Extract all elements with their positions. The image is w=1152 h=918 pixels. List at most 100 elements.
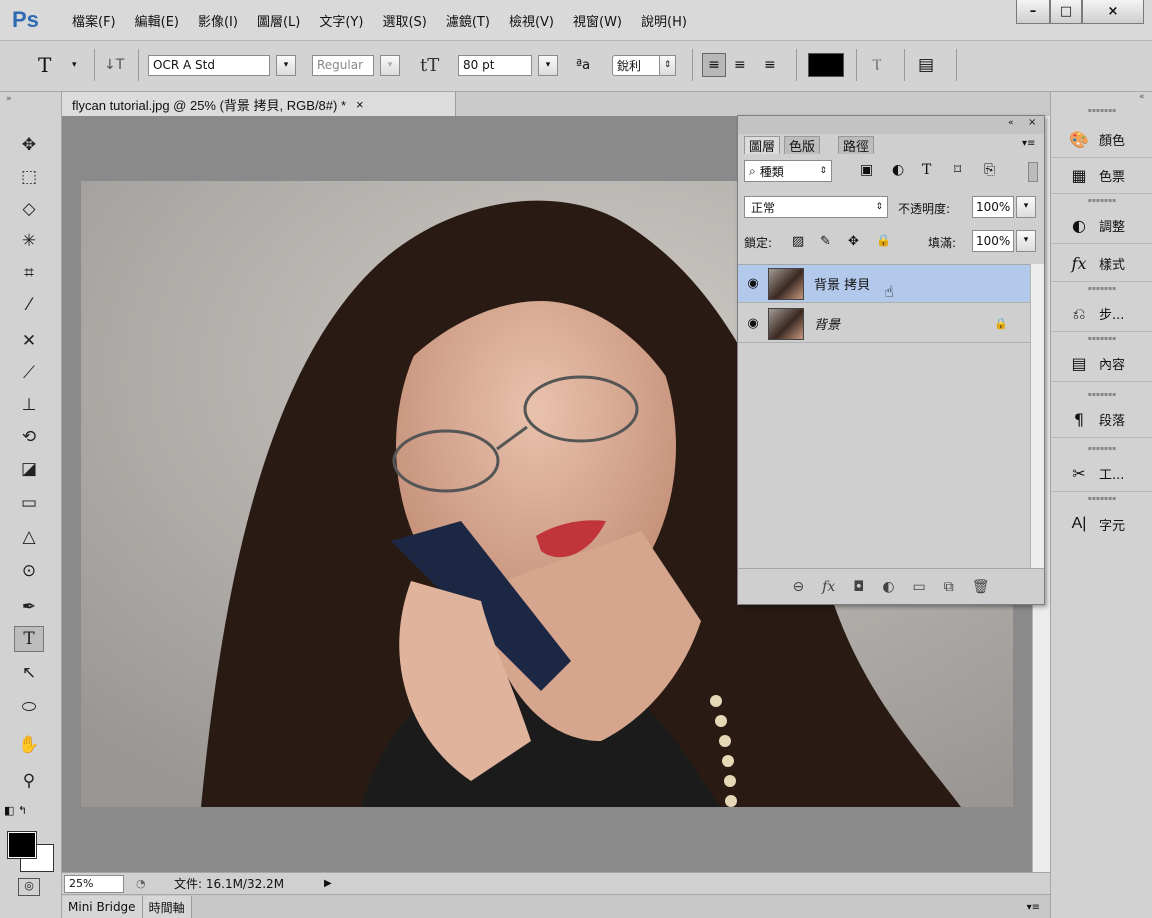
chevron-down-icon[interactable]: ▾ <box>538 54 558 76</box>
layers-scrollbar[interactable] <box>1030 264 1044 568</box>
menu-type[interactable]: 文字(Y) <box>319 11 363 30</box>
move-tool-icon[interactable]: ✥ <box>14 132 44 158</box>
antialias-select[interactable]: 銳利 ⇕ <box>612 54 676 76</box>
foreground-color-swatch[interactable] <box>7 831 37 859</box>
font-style-field[interactable]: Regular <box>312 54 374 76</box>
dock-item-character[interactable]: A| 字元 <box>1051 506 1152 542</box>
menu-layer[interactable]: 圖層(L) <box>257 11 300 30</box>
eraser-tool-icon[interactable]: ◪ <box>14 456 44 482</box>
dock-item-tool-presets[interactable]: ✂ 工... <box>1051 456 1152 492</box>
dock-item-history[interactable]: ⎌ 步... <box>1051 296 1152 332</box>
expand-panel-icon[interactable]: » <box>6 94 12 104</box>
dock-item-styles[interactable]: fx 樣式 <box>1051 246 1152 282</box>
align-center-icon[interactable]: ≡ <box>734 54 746 76</box>
dock-grip[interactable]: ▪▪▪▪▪▪▪ <box>1051 108 1152 116</box>
chevron-down-icon[interactable]: ▾ <box>276 54 296 76</box>
font-family-select[interactable]: OCR A Std ▾ <box>148 54 296 76</box>
filter-smart-object-icon[interactable]: ⎘ <box>984 162 995 178</box>
new-group-icon[interactable]: ▭ <box>913 579 926 595</box>
opacity-field[interactable]: 100% <box>972 196 1014 218</box>
history-brush-tool-icon[interactable]: ⟲ <box>14 424 44 450</box>
blur-tool-icon[interactable]: △ <box>14 524 44 550</box>
document-tab[interactable]: flycan tutorial.jpg @ 25% (背景 拷貝, RGB/8#… <box>62 92 456 116</box>
dodge-tool-icon[interactable]: ⊙ <box>14 558 44 584</box>
minimize-button[interactable]: – <box>1016 0 1050 24</box>
layer-style-fx-icon[interactable]: fx <box>822 579 835 595</box>
tool-preset-dropdown[interactable]: ▾ <box>72 54 77 76</box>
align-right-icon[interactable]: ≡ <box>764 54 776 76</box>
dock-grip[interactable]: ▪▪▪▪▪▪▪ <box>1051 496 1152 504</box>
new-layer-icon[interactable]: ⧉ <box>944 579 954 595</box>
gradient-tool-icon[interactable]: ▭ <box>14 490 44 516</box>
fill-field[interactable]: 100% <box>972 230 1014 252</box>
lock-pixels-icon[interactable]: ✎ <box>820 234 831 249</box>
dock-grip[interactable]: ▪▪▪▪▪▪▪ <box>1051 286 1152 294</box>
filter-shape-icon[interactable]: ⌑ <box>954 162 961 178</box>
clone-stamp-tool-icon[interactable]: ⊥ <box>14 392 44 418</box>
marquee-tool-icon[interactable]: ⬚ <box>14 164 44 190</box>
antialias-field[interactable]: 銳利 <box>612 54 660 76</box>
delete-layer-icon[interactable]: 🗑 <box>972 579 990 595</box>
layers-panel-header[interactable]: « × <box>738 116 1044 134</box>
brush-tool-icon[interactable]: ⟋ <box>14 360 44 386</box>
lock-position-icon[interactable]: ✥ <box>848 234 859 249</box>
hand-tool-icon[interactable]: ✋ <box>14 732 44 758</box>
menu-filter[interactable]: 濾鏡(T) <box>446 11 490 30</box>
dock-item-properties[interactable]: ▤ 內容 <box>1051 346 1152 382</box>
eyedropper-tool-icon[interactable]: ⁄ <box>14 292 44 318</box>
text-color-swatch[interactable] <box>808 53 844 77</box>
filter-adjustment-icon[interactable]: ◐ <box>892 162 904 178</box>
chevron-down-icon[interactable]: ▾ <box>380 54 400 76</box>
maximize-button[interactable]: □ <box>1050 0 1082 24</box>
zoom-tool-icon[interactable]: ⚲ <box>14 768 44 794</box>
path-selection-tool-icon[interactable]: ↖ <box>14 660 44 686</box>
dock-item-paragraph[interactable]: ¶ 段落 <box>1051 402 1152 438</box>
lock-transparency-icon[interactable]: ▨ <box>792 234 804 249</box>
font-style-select[interactable]: Regular ▾ <box>312 54 400 76</box>
filter-type-icon[interactable]: T <box>922 162 931 178</box>
dock-grip[interactable]: ▪▪▪▪▪▪▪ <box>1051 392 1152 400</box>
dock-grip[interactable]: ▪▪▪▪▪▪▪ <box>1051 446 1152 454</box>
zoom-field[interactable]: 25% <box>64 874 124 893</box>
link-layers-icon[interactable]: ⊖ <box>792 579 804 595</box>
character-panel-icon[interactable]: ▤ <box>918 54 934 76</box>
status-arrow-icon[interactable]: ▶ <box>324 878 332 889</box>
crop-tool-icon[interactable]: ⌗ <box>14 260 44 286</box>
tab-paths[interactable]: 路徑 <box>838 136 875 155</box>
tab-channels[interactable]: 色版 <box>784 136 821 155</box>
tab-layers[interactable]: 圖層 <box>744 136 781 155</box>
panel-menu-icon[interactable]: ▾≡ <box>1022 138 1035 149</box>
tab-mini-bridge[interactable]: Mini Bridge <box>62 896 143 918</box>
ellipse-tool-icon[interactable]: ⬭ <box>14 694 44 720</box>
lock-all-icon[interactable]: 🔒 <box>876 233 891 247</box>
chevron-down-icon[interactable]: ▾ <box>1016 230 1036 252</box>
pen-tool-icon[interactable]: ✒ <box>14 594 44 620</box>
dock-item-color[interactable]: 🎨 顏色 <box>1051 122 1152 158</box>
status-menu-icon[interactable]: ◔ <box>136 877 156 890</box>
close-window-button[interactable]: × <box>1082 0 1144 24</box>
menu-select[interactable]: 選取(S) <box>382 11 426 30</box>
layer-row-background-copy[interactable]: ◉ 背景 拷貝 ☝ <box>738 265 1030 303</box>
warp-text-icon[interactable]: Ⲧ <box>872 54 882 76</box>
menu-edit[interactable]: 編輯(E) <box>135 11 179 30</box>
dock-item-swatches[interactable]: ▦ 色票 <box>1051 158 1152 194</box>
quick-mask-icon[interactable]: ◎ <box>18 878 40 896</box>
chevron-down-icon[interactable]: ▾ <box>1016 196 1036 218</box>
quick-selection-tool-icon[interactable]: ✳ <box>14 228 44 254</box>
dock-grip[interactable]: ▪▪▪▪▪▪▪ <box>1051 198 1152 206</box>
align-left-icon[interactable]: ≡ <box>702 53 726 77</box>
type-tool-icon[interactable]: T <box>38 53 51 77</box>
healing-brush-tool-icon[interactable]: ✕ <box>14 328 44 354</box>
filter-toggle[interactable] <box>1028 162 1038 182</box>
menu-file[interactable]: 檔案(F) <box>72 11 116 30</box>
collapse-icon[interactable]: « <box>1008 118 1014 128</box>
dock-item-adjustments[interactable]: ◐ 調整 <box>1051 208 1152 244</box>
close-icon[interactable]: × <box>1028 117 1036 128</box>
add-mask-icon[interactable]: ◘ <box>853 579 864 595</box>
close-icon[interactable]: × <box>356 97 364 112</box>
collapse-dock-icon[interactable]: « <box>1139 92 1145 102</box>
blend-mode-select[interactable]: 正常 ⇕ <box>744 196 888 218</box>
font-family-field[interactable]: OCR A Std <box>148 54 270 76</box>
tab-timeline[interactable]: 時間軸 <box>142 896 192 918</box>
type-tool-button[interactable]: T <box>14 626 44 652</box>
